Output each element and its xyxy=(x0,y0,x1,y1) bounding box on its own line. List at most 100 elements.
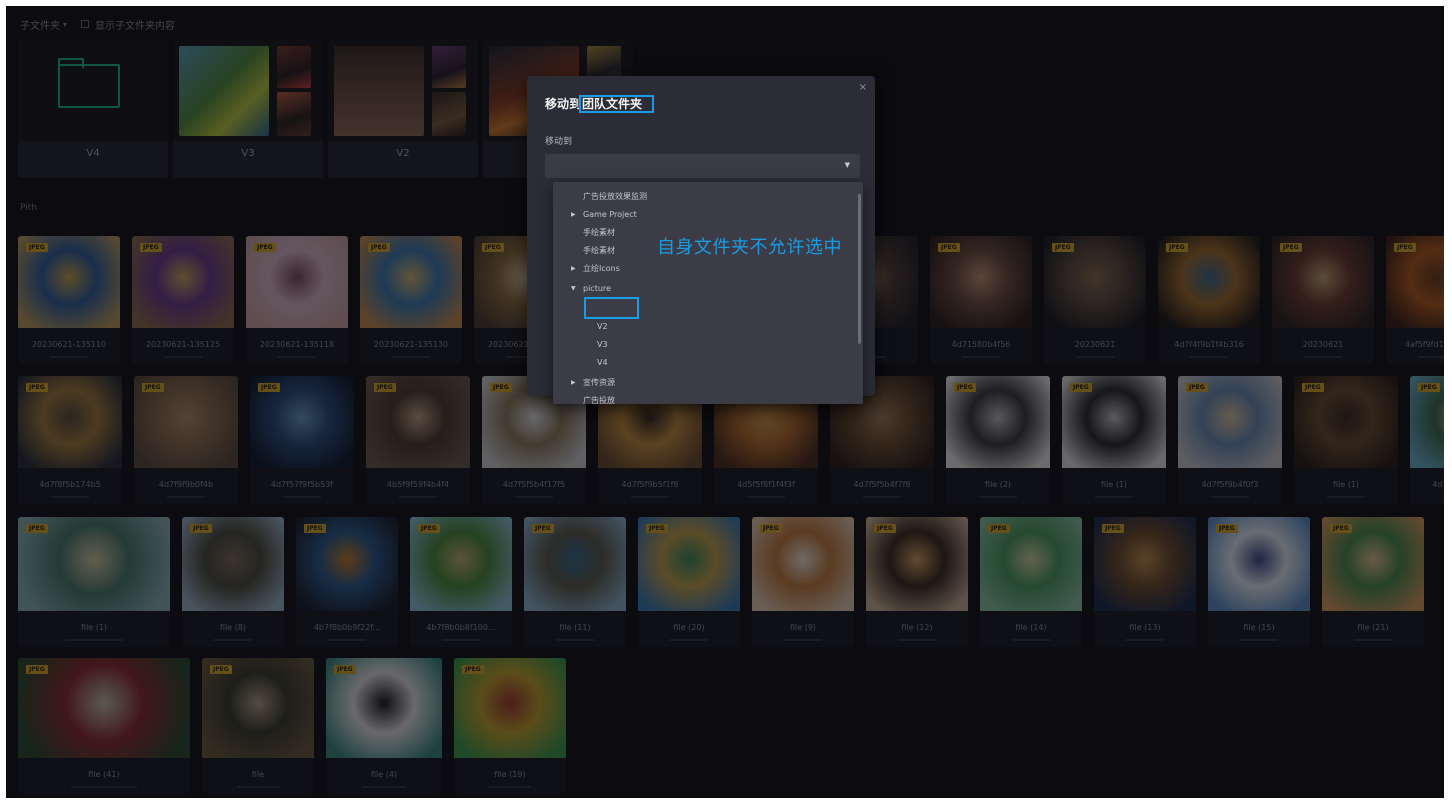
folder-card-v3[interactable]: V3 xyxy=(173,40,323,178)
image-tile[interactable]: JPEG 20230621-135130 xyxy=(360,236,462,364)
tree-item[interactable]: V3 xyxy=(597,338,608,352)
image-filename: file (2) xyxy=(984,480,1012,489)
image-tile[interactable]: JPEG 4d7f8f5b174b5 xyxy=(18,376,122,504)
image-tile[interactable]: JPEG 4d71580b4f56 xyxy=(930,236,1032,364)
image-tile[interactable]: JPEG file xyxy=(202,658,314,794)
image-filename: 4d7f4f9b1f4b316 xyxy=(1174,340,1244,349)
image-meta xyxy=(1066,494,1162,500)
scrollbar[interactable] xyxy=(858,194,861,344)
tree-item-label: picture xyxy=(583,284,611,293)
folder-card-v4[interactable]: V4 xyxy=(18,40,168,178)
file-type-badge: JPEG xyxy=(1302,383,1324,392)
image-filename: 20230621 xyxy=(1302,340,1344,349)
caret-down-icon[interactable]: ▼ xyxy=(571,282,576,296)
image-meta xyxy=(984,637,1078,643)
tree-item[interactable]: 手绘素材 xyxy=(583,226,615,240)
tree-item[interactable]: ▼ picture xyxy=(571,282,611,296)
tree-item[interactable]: V2 xyxy=(597,320,608,334)
image-filename: 4af5f9fd1484b8 xyxy=(1404,340,1444,349)
image-meta xyxy=(1326,637,1420,643)
close-icon[interactable]: × xyxy=(859,82,867,93)
image-tile[interactable]: JPEG 20230621-135110 xyxy=(18,236,120,364)
image-tile[interactable]: JPEG file (15) xyxy=(1208,517,1310,647)
image-meta xyxy=(718,494,814,500)
image-tile[interactable]: JPEG file (4) xyxy=(326,658,442,794)
image-filename: file (15) xyxy=(1243,623,1275,632)
image-meta xyxy=(934,354,1028,360)
sort-dropdown[interactable]: 子文件夹 ▾ xyxy=(20,17,67,32)
file-type-badge: JPEG xyxy=(334,665,356,674)
image-tile[interactable]: JPEG 4b7f8b0b8f100... xyxy=(410,517,512,647)
file-type-badge: JPEG xyxy=(490,383,512,392)
image-meta xyxy=(250,354,344,360)
image-tile[interactable]: JPEG file (2) xyxy=(946,376,1050,504)
file-type-badge: JPEG xyxy=(1166,243,1188,252)
tree-item[interactable]: ▶ Game Project xyxy=(571,208,637,222)
image-meta xyxy=(22,494,118,500)
image-tile[interactable]: JPEG 4b5f9f59f4b4f4 xyxy=(366,376,470,504)
image-tile[interactable]: JPEG file (41) xyxy=(18,658,190,794)
image-tile[interactable]: JPEG 4d7f5f9b4f0f3 xyxy=(1178,376,1282,504)
selected-folder-highlight xyxy=(584,297,639,319)
image-tile[interactable]: JPEG 20230621-135125 xyxy=(132,236,234,364)
folder-icon xyxy=(58,58,120,108)
image-filename: 4b5f9f59f4b4f4 xyxy=(386,480,450,489)
tree-item[interactable]: ▶ 立绘Icons xyxy=(571,262,620,276)
image-tile[interactable]: JPEG 20230621 xyxy=(1272,236,1374,364)
caret-right-icon[interactable]: ▶ xyxy=(571,376,576,390)
tree-item[interactable]: 广告投放 xyxy=(583,394,615,404)
image-tile[interactable]: JPEG 20230621 xyxy=(1044,236,1146,364)
show-subfolder-toggle[interactable]: 显示子文件夹内容 xyxy=(81,17,175,32)
image-filename: file (12) xyxy=(901,623,933,632)
file-type-badge: JPEG xyxy=(418,524,440,533)
image-meta xyxy=(186,637,280,643)
image-tile[interactable]: JPEG file (11) xyxy=(524,517,626,647)
image-tile[interactable]: JPEG file (20) xyxy=(638,517,740,647)
tree-item[interactable]: 广告投放效果监测 xyxy=(583,190,647,204)
image-tile[interactable]: JPEG 4af5f9fd1484b8 xyxy=(1386,236,1444,364)
file-type-badge: JPEG xyxy=(954,383,976,392)
image-tile[interactable]: JPEG 4d7f57f9f5b53f xyxy=(250,376,354,504)
image-tile[interactable]: JPEG file (13) xyxy=(1094,517,1196,647)
image-tile[interactable]: JPEG file (1) xyxy=(1062,376,1166,504)
image-tile[interactable]: JPEG 4d7f4f9b1f4b316 xyxy=(1158,236,1260,364)
file-type-badge: JPEG xyxy=(26,243,48,252)
image-tile[interactable]: JPEG 4b7f8b0b9f22f... xyxy=(296,517,398,647)
image-tile[interactable]: JPEG file (12) xyxy=(866,517,968,647)
image-meta xyxy=(602,494,698,500)
caret-right-icon[interactable]: ▶ xyxy=(571,208,576,222)
file-type-badge: JPEG xyxy=(140,243,162,252)
image-meta xyxy=(22,354,116,360)
image-meta xyxy=(1162,354,1256,360)
tree-item[interactable]: ▶ 宣传资源 xyxy=(571,376,615,390)
image-filename: 4d71580b4f56 xyxy=(951,340,1011,349)
image-tile[interactable]: JPEG file (1) xyxy=(18,517,170,647)
image-filename: 4b7f8b0b8f100... xyxy=(426,623,496,632)
tree-item[interactable]: 手绘素材 xyxy=(583,244,615,258)
folder-card-v2[interactable]: V2 xyxy=(328,40,478,178)
image-tile[interactable]: JPEG file (8) xyxy=(182,517,284,647)
image-filename: file (1) xyxy=(1100,480,1128,489)
caret-right-icon[interactable]: ▶ xyxy=(571,262,576,276)
image-tile[interactable]: JPEG file (9) xyxy=(752,517,854,647)
image-filename: 20230621-135110 xyxy=(31,340,107,349)
tree-item-label: V4 xyxy=(597,358,608,367)
image-tile[interactable]: JPEG file (1) xyxy=(1294,376,1398,504)
file-type-badge: JPEG xyxy=(210,665,232,674)
image-tile[interactable]: JPEG 4d7f9b5f8b5f8 xyxy=(1410,376,1444,504)
destination-select[interactable]: ▼ xyxy=(545,154,860,178)
image-filename: 4d7f5f5b4f17f5 xyxy=(502,480,566,489)
file-type-badge: JPEG xyxy=(482,243,504,252)
image-tile[interactable]: JPEG file (19) xyxy=(454,658,566,794)
image-tile[interactable]: JPEG file (14) xyxy=(980,517,1082,647)
image-meta xyxy=(834,494,930,500)
image-meta xyxy=(254,494,350,500)
tree-item[interactable]: V4 xyxy=(597,356,608,370)
image-filename: file (8) xyxy=(219,623,247,632)
folder-thumb-small xyxy=(277,46,311,88)
tree-item-label: V2 xyxy=(597,322,608,331)
show-subfolder-label: 显示子文件夹内容 xyxy=(95,20,176,32)
image-tile[interactable]: JPEG file (21) xyxy=(1322,517,1424,647)
image-tile[interactable]: JPEG 4d7f9f9b0f4b xyxy=(134,376,238,504)
image-tile[interactable]: JPEG 20230621-135118 xyxy=(246,236,348,364)
